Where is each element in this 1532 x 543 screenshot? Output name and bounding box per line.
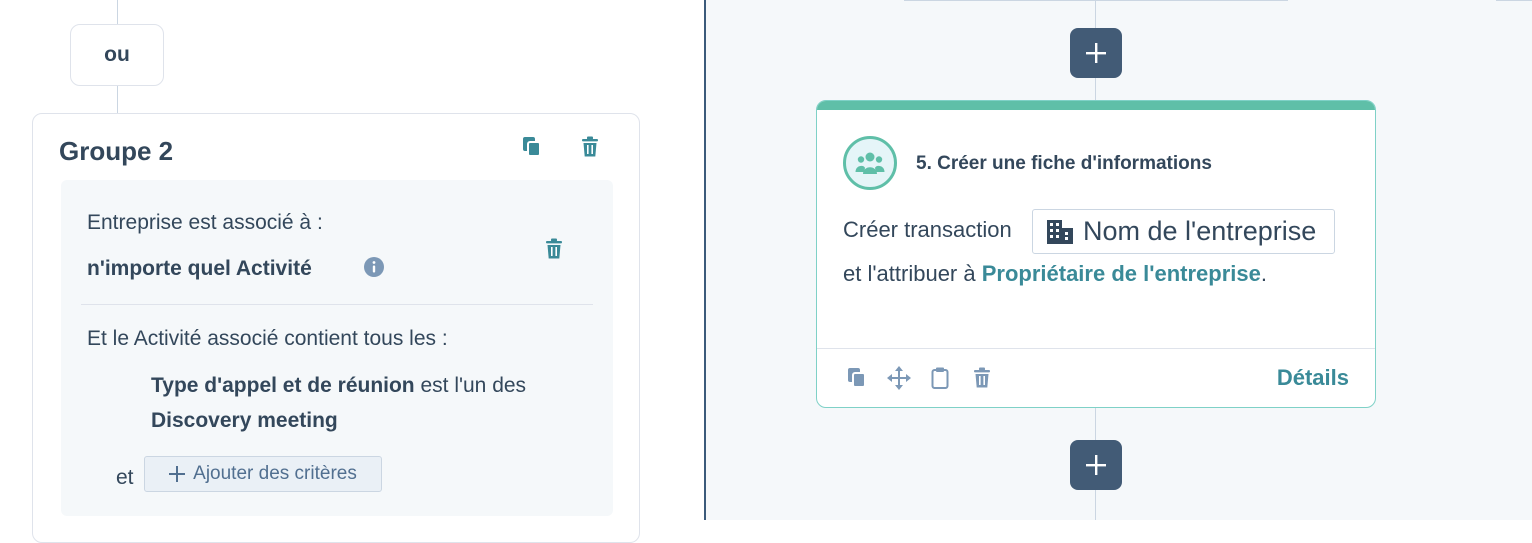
left-panel: ou Groupe 2 Entreprise est associé à : n…: [0, 0, 704, 543]
branch-line: [904, 0, 1288, 1]
clipboard-icon[interactable]: [929, 365, 951, 391]
company-owner-link[interactable]: Propriétaire de l'entreprise: [982, 261, 1261, 286]
create-deal-text: Créer transaction: [843, 217, 1012, 242]
condition-association-value: n'importe quel Activité: [87, 257, 312, 280]
sub-condition-intro: Et le Activité associé contient tous les…: [87, 327, 448, 350]
action-card-footer-divider: [817, 348, 1375, 349]
details-link[interactable]: Détails: [1277, 365, 1349, 391]
add-criteria-label: Ajouter des critères: [193, 463, 357, 484]
connector-line: [117, 0, 118, 24]
trash-icon[interactable]: [542, 236, 566, 262]
action-card[interactable]: 5. Créer une fiche d'informations Créer …: [816, 100, 1376, 408]
connector-line: [1095, 0, 1096, 28]
copy-icon[interactable]: [845, 365, 869, 391]
condition-association-text: Entreprise est associé à :: [87, 211, 323, 234]
assign-text: et l'attribuer à Propriétaire de l'entre…: [843, 261, 1267, 287]
copy-icon[interactable]: [519, 134, 545, 160]
connector-line: [1095, 408, 1096, 440]
filter-group-card: Groupe 2 Entreprise est associé à : n'im…: [32, 113, 640, 543]
add-criteria-button[interactable]: Ajouter des critères: [144, 456, 382, 492]
sub-condition-operator: est l'un des: [414, 374, 527, 397]
plus-icon: [1086, 43, 1106, 63]
action-title: 5. Créer une fiche d'informations: [916, 153, 1212, 174]
workflow-canvas: 5. Créer une fiche d'informations Créer …: [706, 0, 1532, 520]
company-name-token-label: Nom de l'entreprise: [1083, 216, 1317, 246]
info-icon[interactable]: [363, 256, 385, 278]
plus-icon: [169, 466, 186, 482]
connector-line: [117, 86, 118, 113]
company-name-token[interactable]: Nom de l'entreprise: [1032, 209, 1335, 254]
group-title: Groupe 2: [59, 136, 174, 166]
contacts-icon: [843, 136, 897, 190]
assign-suffix: .: [1260, 261, 1267, 286]
move-icon[interactable]: [886, 365, 912, 391]
sub-condition-value: Discovery meeting: [151, 409, 338, 432]
branch-line: [1496, 0, 1532, 1]
add-action-button[interactable]: [1070, 440, 1122, 490]
sub-condition-rule: Type d'appel et de réunion est l'un des: [151, 374, 526, 398]
and-connector: et: [116, 466, 134, 489]
add-action-button[interactable]: [1070, 28, 1122, 78]
assign-prefix: et l'attribuer à: [843, 261, 982, 286]
sub-condition-property: Type d'appel et de réunion: [151, 374, 415, 397]
condition-separator: [81, 304, 593, 305]
or-connector: ou: [70, 24, 164, 86]
action-card-accent: [817, 101, 1375, 110]
condition-block: Entreprise est associé à : n'importe que…: [61, 180, 613, 516]
connector-line: [1095, 490, 1096, 520]
connector-line: [1095, 78, 1096, 100]
trash-icon[interactable]: [971, 365, 993, 391]
trash-icon[interactable]: [577, 134, 603, 160]
plus-icon: [1086, 455, 1106, 475]
building-icon: [1047, 219, 1073, 244]
